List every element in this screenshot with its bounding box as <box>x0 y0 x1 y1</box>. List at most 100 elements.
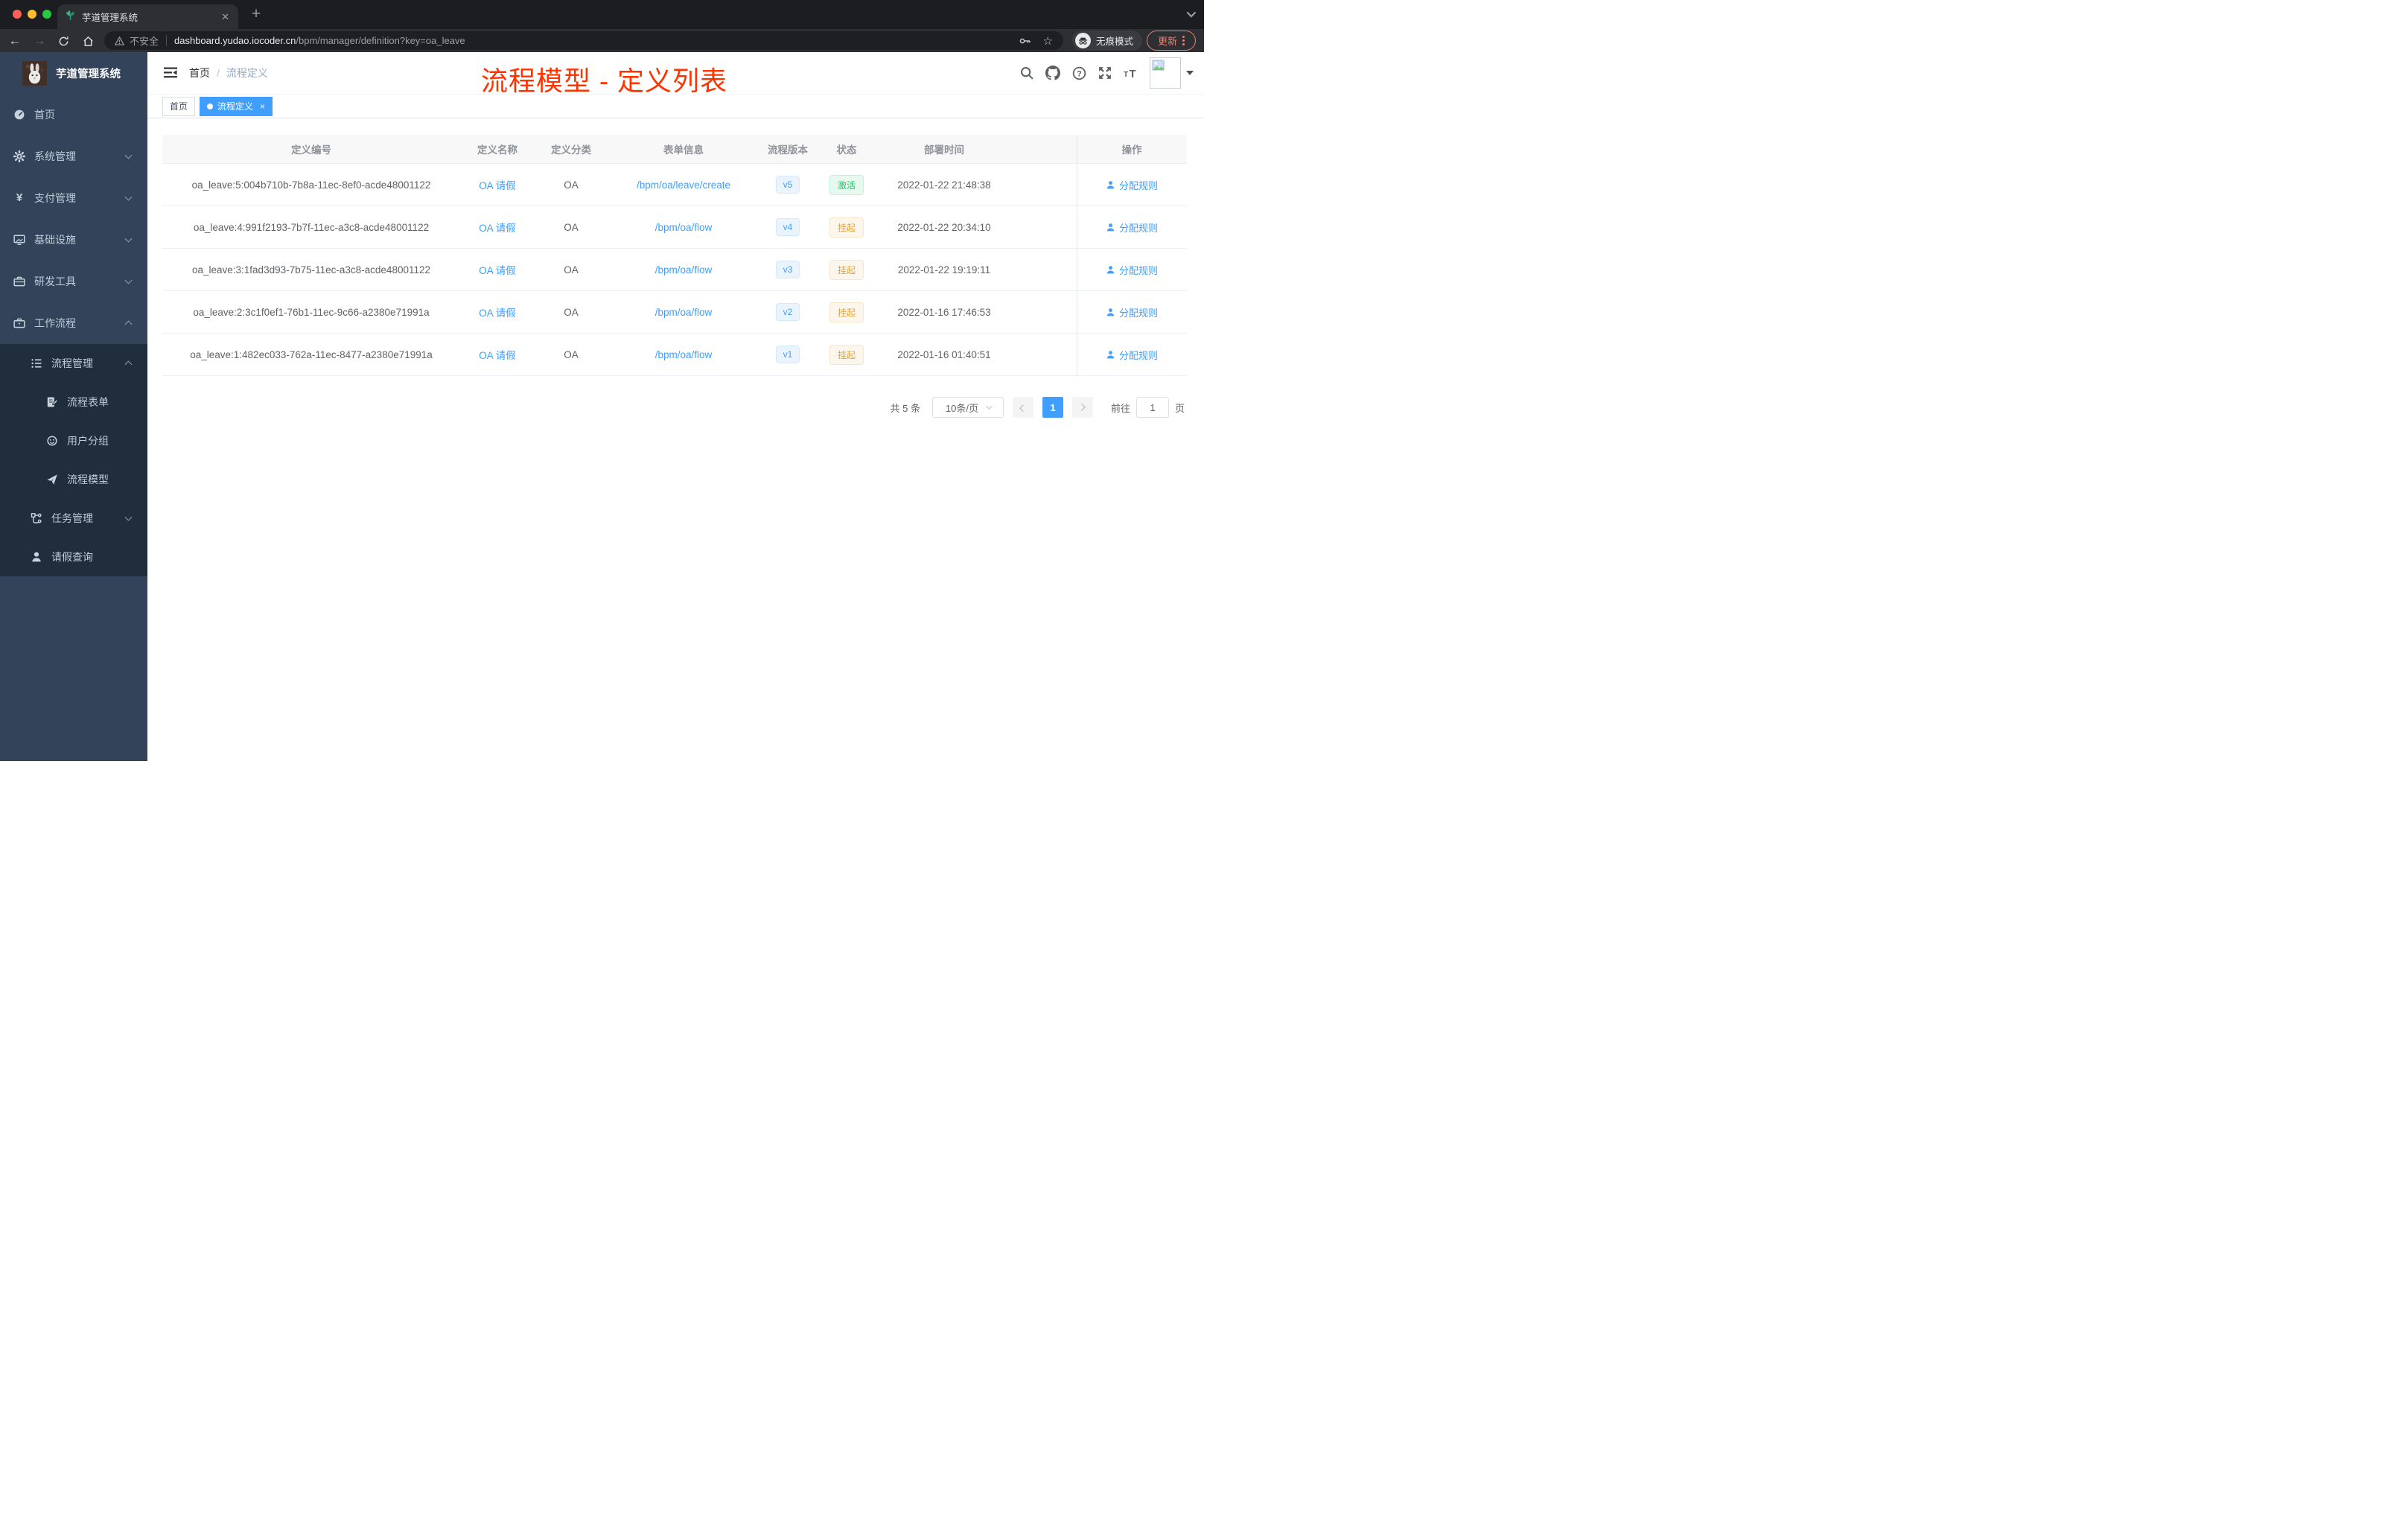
forward-button[interactable]: → <box>31 32 48 50</box>
column-header: 部署时间 <box>924 144 964 156</box>
prev-page-button[interactable] <box>1012 397 1033 418</box>
assign-rule-link[interactable]: 分配规则 <box>1106 220 1158 235</box>
incognito-badge: 无痕模式 <box>1072 31 1143 51</box>
cell-deploy-time: 2022-01-22 20:34:10 <box>897 221 991 233</box>
address-bar[interactable]: 不安全 dashboard.yudao.iocoder.cn/bpm/manag… <box>104 31 1063 50</box>
app-navbar: 首页 / 流程定义 流程模型 - 定义列表 ? T T <box>147 52 1204 96</box>
browser-tab[interactable]: 芋道管理系统 ✕ <box>57 4 238 29</box>
new-tab-button[interactable]: + <box>246 4 267 25</box>
svg-text:T: T <box>1124 71 1128 79</box>
sidebar-item-leave-query[interactable]: 请假查询 <box>0 538 147 576</box>
form-info-link[interactable]: /bpm/oa/flow <box>655 307 713 318</box>
hamburger-icon[interactable] <box>164 66 177 80</box>
cell-definition-id: oa_leave:2:3c1f0ef1-76b1-11ec-9c66-a2380… <box>193 306 430 318</box>
cell-deploy-time: 2022-01-16 01:40:51 <box>897 348 991 360</box>
breadcrumb-current: 流程定义 <box>226 67 268 79</box>
reload-button[interactable] <box>54 32 72 50</box>
sidebar-item-payment[interactable]: ¥ 支付管理 <box>0 177 147 219</box>
menu-dots-icon[interactable] <box>1182 36 1185 45</box>
github-icon[interactable] <box>1045 66 1060 80</box>
form-info-link[interactable]: /bpm/oa/leave/create <box>637 179 730 191</box>
version-tag: v1 <box>775 346 800 363</box>
sidebar-item-workflow[interactable]: 工作流程 <box>0 302 147 344</box>
password-key-icon[interactable] <box>1019 35 1031 47</box>
person-icon <box>1106 308 1115 316</box>
form-icon <box>46 396 58 408</box>
tag-item[interactable]: 首页 <box>162 96 196 116</box>
font-size-icon[interactable]: T T <box>1124 66 1138 80</box>
definition-name-link[interactable]: OA 请假 <box>479 180 516 191</box>
close-window-button[interactable] <box>13 10 22 19</box>
navbar-actions: ? T T <box>1019 52 1194 94</box>
form-info-link[interactable]: /bpm/oa/flow <box>655 222 713 233</box>
app-logo[interactable]: 芋道管理系统 <box>0 52 147 94</box>
sidebar-item-process-form[interactable]: 流程表单 <box>0 383 147 421</box>
search-icon[interactable] <box>1019 66 1034 80</box>
column-header: 定义编号 <box>291 144 331 156</box>
table-row: oa_leave:4:991f2193-7b7f-11ec-a3c8-acde4… <box>162 206 1187 249</box>
chevron-down-icon <box>124 235 133 243</box>
assign-rule-link[interactable]: 分配规则 <box>1106 263 1158 277</box>
sidebar-item-user-group[interactable]: 用户分组 <box>0 421 147 460</box>
sidebar-item-task-manage[interactable]: 任务管理 <box>0 499 147 538</box>
logo-title: 芋道管理系统 <box>56 68 121 80</box>
page-size-select[interactable]: 10条/页 <box>931 397 1004 418</box>
tag-close-icon[interactable]: × <box>260 101 265 112</box>
current-page-button[interactable]: 1 <box>1042 397 1063 418</box>
tag-label: 首页 <box>170 101 188 112</box>
sidebar-item-process-model[interactable]: 流程模型 <box>0 460 147 499</box>
fullscreen-icon[interactable] <box>1098 66 1112 80</box>
form-info-link[interactable]: /bpm/oa/flow <box>655 349 713 360</box>
definitions-table: 定义编号 定义名称 定义分类 表单信息 流程版本 状态 部署时间 操作 oa_leave:5:… <box>162 135 1187 376</box>
breadcrumb: 首页 / 流程定义 <box>189 52 268 94</box>
form-info-link[interactable]: /bpm/oa/flow <box>655 264 713 276</box>
zoom-window-button[interactable] <box>42 10 51 19</box>
version-tag: v4 <box>775 218 800 236</box>
cell-definition-id: oa_leave:4:991f2193-7b7f-11ec-a3c8-acde4… <box>193 221 430 233</box>
user-icon <box>31 551 42 563</box>
sidebar-item-home[interactable]: 首页 <box>0 94 147 136</box>
definition-name-link[interactable]: OA 请假 <box>479 308 516 319</box>
person-icon <box>1106 265 1115 273</box>
tab-search-chevron-icon[interactable] <box>1186 7 1197 18</box>
cell-category: OA <box>564 221 579 233</box>
next-page-button[interactable] <box>1071 397 1093 418</box>
sidebar-item-infrastructure[interactable]: 基础设施 <box>0 219 147 261</box>
definition-name-link[interactable]: OA 请假 <box>479 350 516 361</box>
goto-page-input[interactable] <box>1135 397 1169 418</box>
sidebar-item-label: 系统管理 <box>34 150 76 162</box>
sidebar-item-label: 基础设施 <box>34 234 76 246</box>
bookmark-star-icon[interactable]: ☆ <box>1043 34 1053 48</box>
assign-rule-link[interactable]: 分配规则 <box>1106 348 1158 362</box>
sidebar-item-label: 支付管理 <box>34 192 76 204</box>
help-question-icon[interactable]: ? <box>1071 66 1086 80</box>
column-header: 状态 <box>836 144 857 156</box>
user-avatar-menu[interactable] <box>1150 57 1194 89</box>
assign-rule-link[interactable]: 分配规则 <box>1106 305 1158 319</box>
status-tag: 挂起 <box>829 344 864 365</box>
sidebar-item-dev-tools[interactable]: 研发工具 <box>0 261 147 302</box>
pagination-total: 共 5 条 <box>890 402 920 414</box>
sidebar-item-label: 流程表单 <box>67 396 109 408</box>
svg-text:T: T <box>1130 68 1136 80</box>
sidebar-item-process-manage[interactable]: 流程管理 <box>0 344 147 383</box>
column-header: 操作 <box>1121 144 1142 156</box>
home-button[interactable] <box>79 32 97 50</box>
list-icon <box>31 357 42 369</box>
column-header: 表单信息 <box>663 144 704 156</box>
toolbox-icon <box>13 276 25 287</box>
breadcrumb-home[interactable]: 首页 <box>189 66 210 80</box>
minimize-window-button[interactable] <box>28 10 36 19</box>
browser-update-button[interactable]: 更新 <box>1147 31 1196 51</box>
assign-rule-link[interactable]: 分配规则 <box>1106 178 1158 192</box>
sidebar-item-system[interactable]: 系统管理 <box>0 136 147 177</box>
definition-name-link[interactable]: OA 请假 <box>479 265 516 276</box>
sidebar-item-label: 流程管理 <box>51 357 93 369</box>
tag-active[interactable]: 流程定义 × <box>200 96 273 116</box>
face-icon <box>46 435 58 447</box>
tab-close-icon[interactable]: ✕ <box>220 11 231 23</box>
column-header: 流程版本 <box>768 144 808 156</box>
definition-name-link[interactable]: OA 请假 <box>479 223 516 234</box>
back-button[interactable]: ← <box>6 32 24 50</box>
cell-deploy-time: 2022-01-22 19:19:11 <box>897 264 991 276</box>
